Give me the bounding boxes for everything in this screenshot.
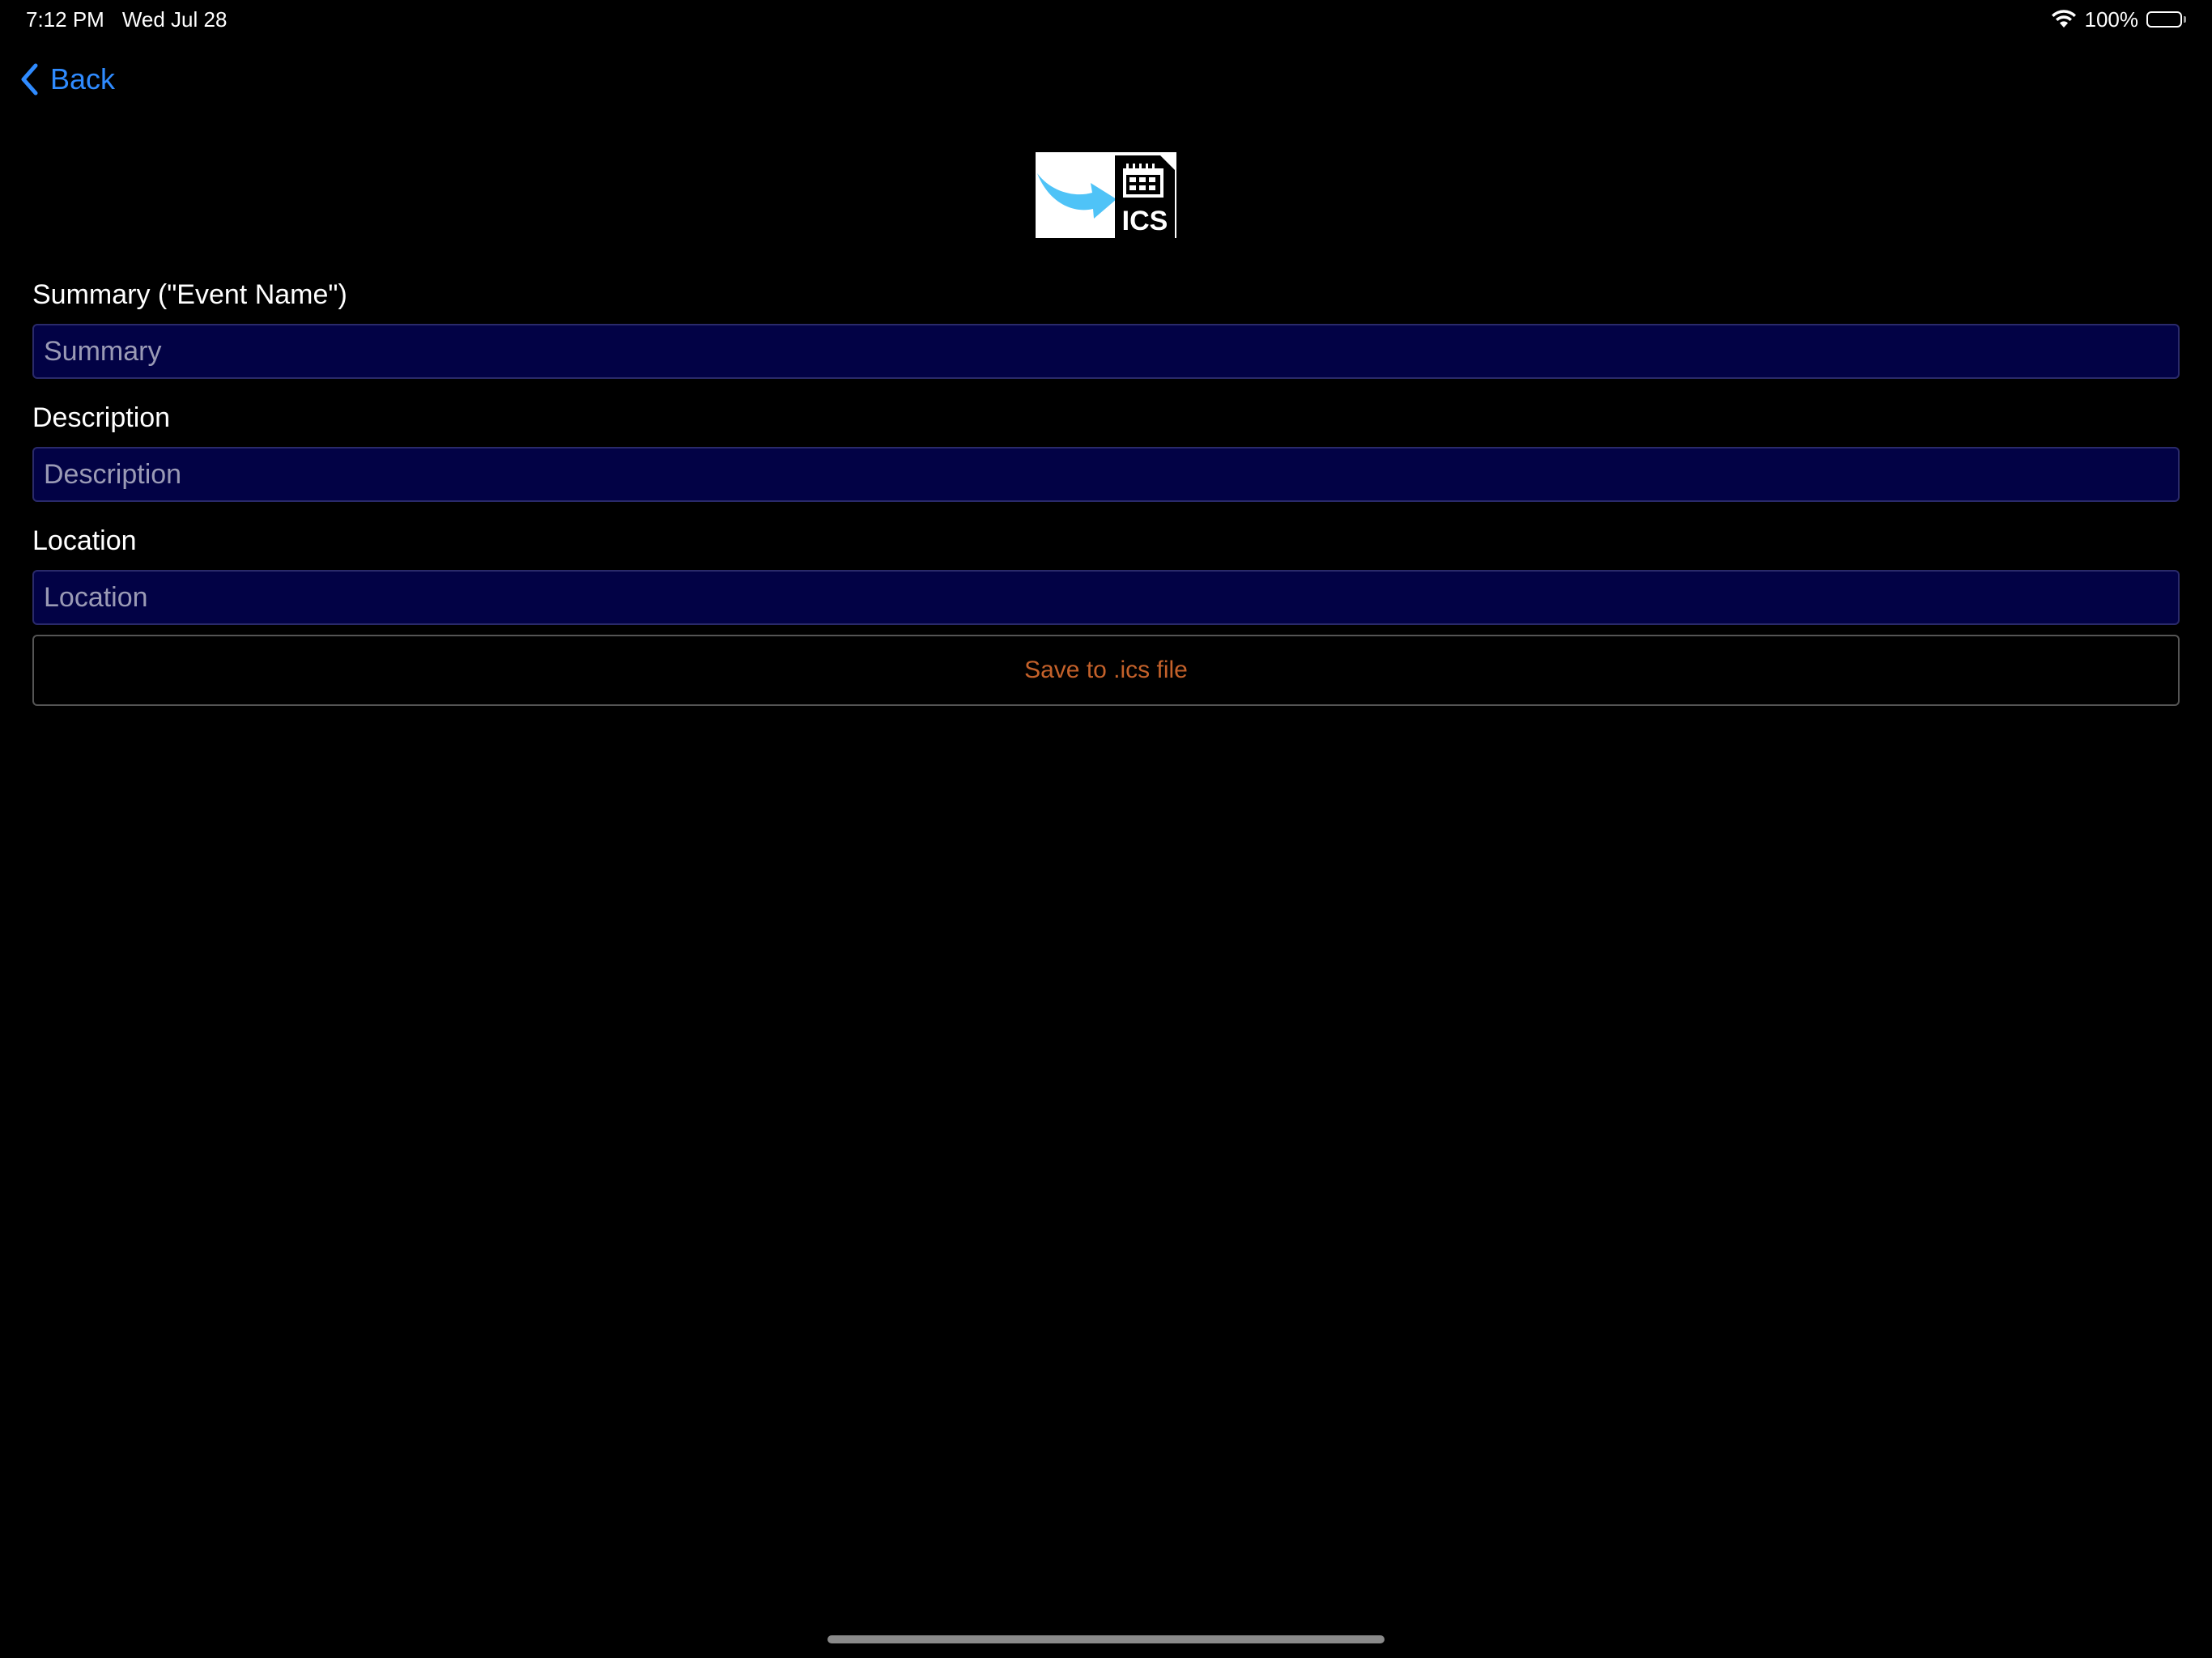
status-bar-left: 7:12 PM Wed Jul 28 [26, 6, 227, 32]
status-date: Wed Jul 28 [121, 7, 228, 32]
status-bar-right: 100% [2051, 6, 2186, 32]
export-to-ics-icon: ICS [1036, 152, 1176, 238]
logo-text: ICS [1122, 206, 1168, 236]
location-label: Location [32, 525, 137, 556]
battery-percent: 100% [2084, 7, 2139, 32]
screen: 7:12 PM Wed Jul 28 100% Back ICS Summary… [0, 0, 2212, 1658]
chevron-left-icon [21, 63, 38, 96]
wifi-icon [2051, 10, 2077, 29]
status-time: 7:12 PM [26, 7, 104, 32]
description-label: Description [32, 402, 171, 433]
event-form: Summary ("Event Name") Description Locat… [32, 275, 2180, 706]
back-label: Back [50, 62, 116, 96]
save-ics-button[interactable]: Save to .ics file [32, 635, 2180, 706]
summary-input[interactable] [32, 324, 2180, 379]
back-button[interactable]: Back [19, 58, 115, 100]
summary-label: Summary ("Event Name") [32, 279, 347, 310]
battery-icon [2146, 11, 2186, 28]
location-input[interactable] [32, 570, 2180, 625]
description-input[interactable] [32, 447, 2180, 502]
home-indicator[interactable] [827, 1635, 1385, 1643]
